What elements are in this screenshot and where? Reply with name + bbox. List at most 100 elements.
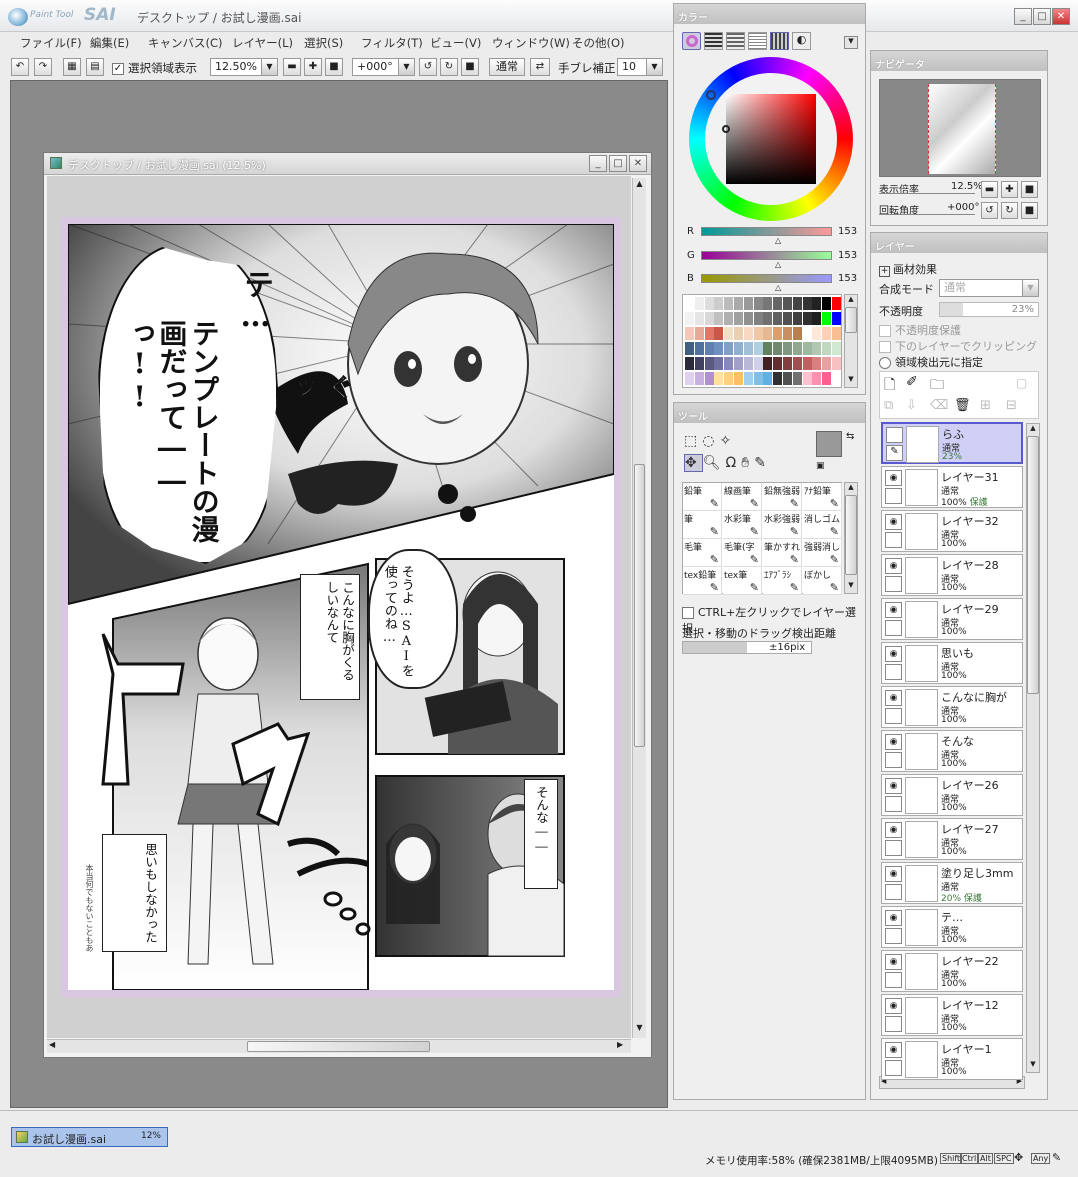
visibility-eye-icon[interactable]: ◉ [885, 910, 902, 926]
color-swatch[interactable] [753, 342, 763, 355]
color-swatch[interactable] [832, 297, 841, 310]
nav-zoom-out-button[interactable]: ▬ [981, 181, 998, 198]
new-folder-icon[interactable]: 🗀︎ [930, 374, 944, 398]
main-color-swatch[interactable] [816, 431, 842, 457]
visibility-eye-icon[interactable]: ◉ [885, 734, 902, 750]
copy-layer-icon[interactable]: ⧉ [884, 398, 893, 413]
drag-distance-slider[interactable]: ±16pix [682, 641, 812, 654]
color-swatch[interactable] [743, 372, 753, 385]
eyedropper-icon[interactable]: ✎ [754, 455, 771, 471]
color-swatch[interactable] [783, 342, 792, 355]
layer-link-checkbox[interactable] [885, 972, 902, 988]
brush-tool-slot[interactable]: ｱﾅ鉛筆 ✎ [803, 483, 842, 511]
g-slider[interactable] [701, 251, 832, 260]
color-swatch[interactable] [724, 297, 734, 310]
brush-tool-slot[interactable]: 鉛無強弱 ✎ [763, 483, 802, 511]
sv-marker[interactable] [722, 125, 730, 133]
visibility-eye-icon[interactable]: ◉ [885, 558, 902, 574]
color-swatch[interactable] [832, 357, 841, 370]
new-pen-layer-icon[interactable]: ✐ [906, 374, 918, 390]
color-swatch[interactable] [753, 312, 763, 325]
clear-layer-icon[interactable]: ⌫ [930, 398, 948, 413]
color-swatch[interactable] [792, 372, 802, 385]
color-swatch[interactable] [822, 357, 832, 370]
layer-row[interactable]: ◉ 思いも 通常 100% [881, 642, 1023, 684]
nav-zoom-in-button[interactable]: ✚ [1001, 181, 1018, 198]
merge-visible-icon[interactable]: ⊟ [1006, 398, 1017, 413]
zoom-reset-button[interactable]: ■ [325, 58, 343, 76]
doc-close-button[interactable]: ✕ [629, 155, 647, 172]
color-swatch[interactable] [724, 327, 734, 340]
color-swatch[interactable] [812, 297, 822, 310]
r-slider[interactable] [701, 227, 832, 236]
maximize-button[interactable]: □ [1033, 8, 1051, 25]
layer-link-checkbox[interactable] [885, 1060, 902, 1076]
color-swatch[interactable] [734, 372, 743, 385]
color-swatch[interactable] [704, 357, 714, 370]
color-swatch[interactable] [773, 342, 783, 355]
swap-colors-icon[interactable]: ⇆ [846, 431, 854, 442]
color-swatch[interactable] [724, 372, 734, 385]
brush-tool-grid[interactable]: 鉛筆 ✎ 線画筆 ✎ 鉛無強弱 ✎ ｱﾅ鉛筆 ✎ 筆 ✎ 水彩筆 ✎ 水彩強弱 ✎ 消しゴム ✎ 毛筆 ✎ 毛筆(字… [682, 482, 842, 595]
color-swatch[interactable] [763, 342, 773, 355]
nav-rotate-right-button[interactable]: ↻ [1001, 202, 1018, 219]
scroll-right-icon[interactable]: ▶ [617, 1040, 629, 1052]
layer-link-checkbox[interactable] [885, 1016, 902, 1032]
menu-filter[interactable]: フィルタ(T) [361, 35, 423, 51]
color-swatch[interactable] [714, 297, 724, 310]
rotate-right-button[interactable]: ↻ [440, 58, 458, 76]
swatch-scroll-thumb[interactable] [845, 307, 857, 333]
scroll-down-icon[interactable]: ▼ [845, 375, 857, 385]
layer-link-checkbox[interactable] [885, 708, 902, 724]
menu-layer[interactable]: レイヤー(L) [232, 35, 293, 51]
minimize-button[interactable]: _ [1014, 8, 1032, 25]
color-swatch[interactable] [743, 342, 753, 355]
scroll-thumb-v[interactable] [634, 464, 645, 747]
color-swatch[interactable] [704, 372, 714, 385]
rect-select-icon[interactable]: ⬚ [684, 433, 702, 449]
scroll-down-icon[interactable]: ▼ [845, 581, 857, 591]
visibility-eye-icon[interactable]: ◉ [885, 778, 902, 794]
zoom-combo[interactable]: 12.50% ▼ [210, 58, 278, 76]
taskbar-document-tab[interactable]: お試し漫画.sai 12% [11, 1127, 168, 1147]
color-swatch[interactable] [685, 372, 694, 385]
color-swatch[interactable] [763, 312, 773, 325]
b-slider-handle[interactable]: △ [775, 283, 781, 292]
flip-button[interactable]: ⇄ [530, 58, 550, 76]
layer-row[interactable]: ◉ レイヤー31 通常 100% 保護 [881, 466, 1023, 508]
visibility-eye-icon[interactable]: ◉ [885, 998, 902, 1014]
layer-link-checkbox[interactable] [885, 532, 902, 548]
close-button[interactable]: ✕ [1052, 8, 1070, 25]
invert-select-button[interactable]: ▤ [86, 58, 104, 76]
layer-scrollbar[interactable]: ▲ ▼ [1026, 423, 1040, 1073]
visibility-eye-icon[interactable]: ◉ [885, 822, 902, 838]
move-icon[interactable]: ✥ [684, 454, 703, 472]
color-swatch[interactable] [753, 372, 763, 385]
color-swatch[interactable] [743, 312, 753, 325]
brush-tool-slot[interactable]: 消しゴム ✎ [803, 511, 842, 539]
layer-row[interactable]: ◉ レイヤー12 通常 100% [881, 994, 1023, 1036]
menu-canvas[interactable]: キャンバス(C) [148, 35, 223, 51]
visibility-eye-icon[interactable]: ◉ [885, 954, 902, 970]
brush-tool-slot[interactable]: ｴｱﾌﾞﾗｼ ✎ [763, 567, 802, 595]
layer-link-checkbox[interactable] [885, 928, 902, 944]
layer-link-checkbox[interactable] [885, 576, 902, 592]
merge-down-icon[interactable]: ⊞ [980, 398, 991, 413]
color-swatch[interactable] [783, 372, 792, 385]
swatch-scrollbar[interactable]: ▲ ▼ [844, 294, 858, 388]
color-swatch[interactable] [714, 357, 724, 370]
color-swatch[interactable] [832, 312, 841, 325]
stabilizer-combo[interactable]: 10 ▼ [617, 58, 663, 76]
color-swatch[interactable] [734, 357, 743, 370]
color-swatch[interactable] [763, 372, 773, 385]
new-layer-icon[interactable]: 🗋︎ [884, 374, 895, 398]
brush-tool-slot[interactable]: tex筆 ✎ [723, 567, 762, 595]
nav-rotate-left-button[interactable]: ↺ [981, 202, 998, 219]
brush-tool-slot[interactable]: 水彩筆 ✎ [723, 511, 762, 539]
r-slider-handle[interactable]: △ [775, 236, 781, 245]
color-swatch[interactable] [704, 342, 714, 355]
color-swatch[interactable] [743, 297, 753, 310]
color-swatch[interactable] [822, 312, 832, 325]
color-swatch[interactable] [832, 342, 841, 355]
trash-icon[interactable]: 🗑︎ [954, 398, 971, 413]
